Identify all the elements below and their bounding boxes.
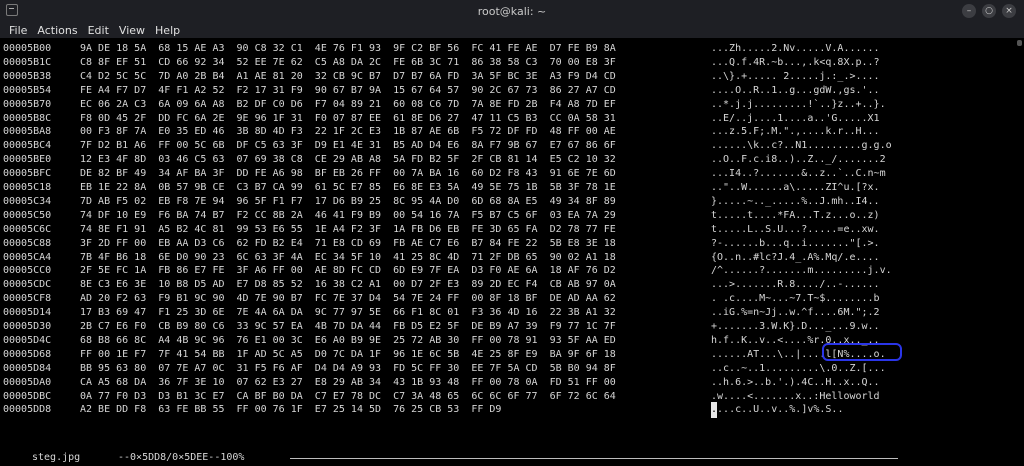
maximize-icon[interactable]: ○ (982, 4, 996, 18)
menu-help[interactable]: Help (150, 24, 185, 37)
menu-bar: File Actions Edit View Help (0, 22, 1024, 38)
hex-bytes: A2 BE DD F8 63 FE BB 55 FF 00 76 1F E7 2… (80, 404, 502, 416)
window-titlebar: root@kali: ~ – ○ × (0, 0, 1024, 22)
status-divider (290, 458, 898, 459)
scrollbar-thumb[interactable] (1017, 40, 1022, 46)
menu-file[interactable]: File (4, 24, 32, 37)
hex-ascii: ....c..U..v..%.]v%.S.. (711, 402, 911, 419)
minimize-icon[interactable]: – (962, 4, 976, 18)
menu-actions[interactable]: Actions (32, 24, 82, 37)
menu-view[interactable]: View (114, 24, 150, 37)
terminal-area[interactable]: 00005B00 9A DE 18 5A 68 15 AE A3 90 C8 32… (0, 38, 1024, 463)
status-position: --0×5DD8/0×5DEE--100% (118, 452, 245, 463)
hexedit-statusbar: steg.jpg --0×5DD8/0×5DEE--100% (0, 450, 1024, 466)
terminal-icon (6, 4, 18, 16)
status-filename: steg.jpg (32, 452, 81, 463)
menu-edit[interactable]: Edit (83, 24, 114, 37)
window-controls: – ○ × (962, 4, 1016, 18)
close-icon[interactable]: × (1002, 4, 1016, 18)
hex-address: 00005DD8 (3, 404, 52, 416)
window-title: root@kali: ~ (477, 4, 547, 18)
hex-ascii-text: ...c..U..v..%.]v%.S.. (717, 404, 844, 416)
helloworld-annotation (822, 343, 902, 361)
